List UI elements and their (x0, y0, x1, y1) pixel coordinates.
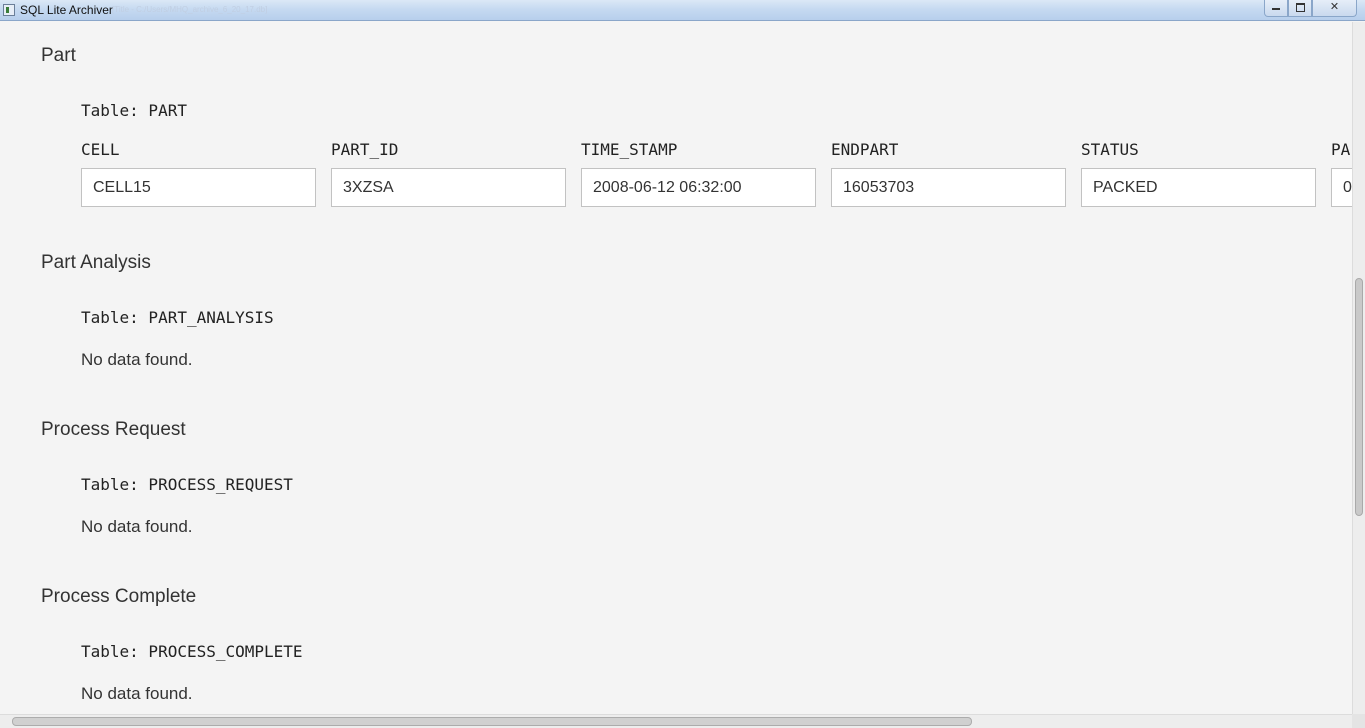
window-title: SQL Lite Archiver (20, 3, 113, 17)
close-button[interactable]: ✕ (1312, 0, 1357, 17)
vertical-scroll-thumb[interactable] (1355, 278, 1363, 516)
cell-field[interactable]: CELL15 (81, 168, 316, 207)
section-title-process-request: Process Request (41, 419, 186, 440)
no-data-message: No data found. (81, 684, 193, 703)
minimize-button[interactable] (1264, 0, 1288, 17)
horizontal-scrollbar[interactable] (0, 714, 1352, 728)
column-header: PART_ID (331, 140, 399, 159)
section-title-process-complete: Process Complete (41, 586, 197, 607)
minimize-icon (1272, 8, 1280, 10)
pa-field[interactable]: 0 (1331, 168, 1352, 207)
part-id-field[interactable]: 3XZSA (331, 168, 566, 207)
time-stamp-field[interactable]: 2008-06-12 06:32:00 (581, 168, 816, 207)
vertical-scrollbar[interactable] (1352, 22, 1365, 714)
column-pa: PA 0 (1331, 140, 1352, 207)
column-header: CELL (81, 140, 120, 159)
column-part-id: PART_ID 3XZSA (331, 140, 566, 207)
column-header: ENDPART (831, 140, 899, 159)
maximize-icon (1295, 3, 1305, 12)
column-header: STATUS (1081, 140, 1139, 159)
column-status: STATUS PACKED (1081, 140, 1316, 207)
close-icon: ✕ (1329, 1, 1340, 13)
maximize-button[interactable] (1288, 0, 1312, 17)
title-bar: SQL Lite Archiver [Title - C:/Users/MHQ_… (0, 0, 1365, 21)
status-field[interactable]: PACKED (1081, 168, 1316, 207)
horizontal-scroll-thumb[interactable] (12, 717, 972, 726)
section-title-part-analysis: Part Analysis (41, 252, 151, 273)
column-time-stamp: TIME_STAMP 2008-06-12 06:32:00 (581, 140, 816, 207)
column-cell: CELL CELL15 (81, 140, 316, 207)
column-header: TIME_STAMP (581, 140, 678, 159)
table-label-process-complete: Table: PROCESS_COMPLETE (81, 642, 303, 661)
table-label-part-analysis: Table: PART_ANALYSIS (81, 308, 274, 327)
window-path: [Title - C:/Users/MHQ_archive_6_20_17.db… (112, 5, 268, 14)
no-data-message: No data found. (81, 517, 193, 536)
table-label-process-request: Table: PROCESS_REQUEST (81, 475, 293, 494)
archive-content: Part Table: PART CELL CELL15 PART_ID 3XZ… (0, 22, 1352, 714)
column-endpart: ENDPART 16053703 (831, 140, 1066, 207)
app-icon (3, 4, 15, 16)
endpart-field[interactable]: 16053703 (831, 168, 1066, 207)
table-label-part: Table: PART (81, 101, 187, 120)
section-title-part: Part (41, 45, 76, 66)
scroll-corner (1352, 714, 1365, 728)
no-data-message: No data found. (81, 350, 193, 369)
column-header: PA (1331, 140, 1351, 159)
